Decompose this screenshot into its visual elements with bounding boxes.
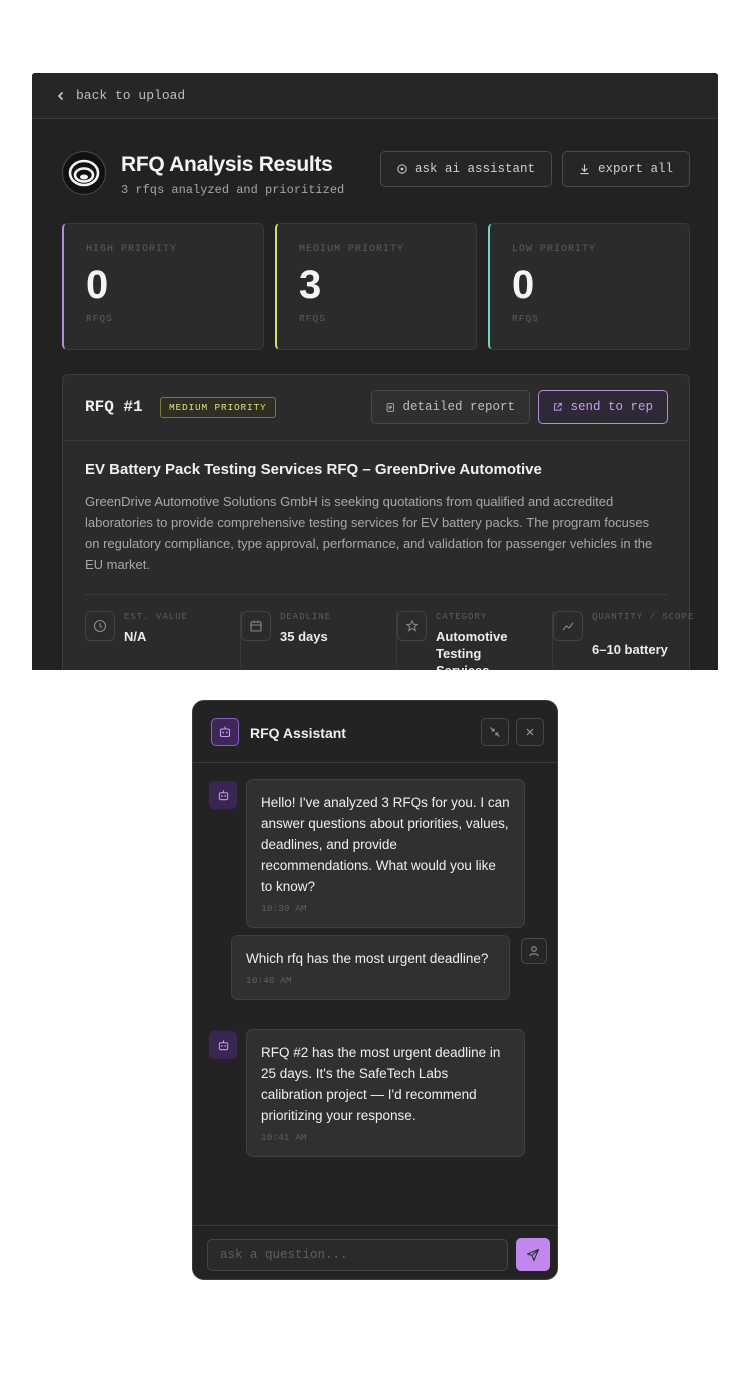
divider: [85, 594, 667, 595]
priority-badge: MEDIUM PRIORITY: [160, 397, 276, 418]
meta-value: 35 days: [280, 629, 328, 644]
logo-icon: [68, 159, 100, 187]
meta-quantity-scope: QUANTITY / SCOPE 6–10 battery: [553, 611, 709, 670]
rfq-assistant-panel: RFQ Assistant Hello! I've analyzed 3 RFQ…: [192, 700, 558, 1280]
stat-value: 3: [299, 263, 322, 307]
back-label: back to upload: [76, 88, 186, 103]
stat-unit: RFQS: [512, 313, 539, 324]
calendar-icon: [241, 611, 271, 641]
chat-input[interactable]: ask a question...: [207, 1239, 508, 1271]
detailed-report-label: detailed report: [402, 400, 515, 414]
star-icon: [397, 611, 427, 641]
meta-value: 6–10 battery: [592, 642, 668, 657]
stat-value: 0: [512, 263, 535, 307]
send-icon: [526, 1248, 540, 1261]
stat-card-low-priority: LOW PRIORITY 0 RFQS: [488, 223, 690, 350]
bot-icon: [218, 1039, 228, 1050]
ask-ai-label: ask ai assistant: [414, 162, 535, 176]
stat-label: HIGH PRIORITY: [86, 244, 178, 255]
bot-icon: [219, 726, 231, 738]
clock-icon: [85, 611, 115, 641]
send-message-button[interactable]: [516, 1238, 550, 1271]
export-all-button[interactable]: export all: [562, 151, 690, 187]
chat-footer: ask a question...: [193, 1225, 557, 1279]
close-button[interactable]: [516, 718, 544, 746]
user-message: Which rfq has the most urgent deadline? …: [231, 935, 510, 1000]
bot-avatar: [209, 1031, 237, 1059]
rfq-card: RFQ #1 MEDIUM PRIORITY detailed report s…: [62, 374, 693, 670]
stat-label: LOW PRIORITY: [512, 244, 597, 255]
user-avatar: [521, 938, 547, 964]
send-to-rep-button[interactable]: send to rep: [538, 390, 668, 424]
stat-unit: RFQS: [86, 313, 113, 324]
meta-value: Automotive Testing Services: [436, 629, 508, 670]
bot-avatar: [211, 718, 239, 746]
rfq-description: GreenDrive Automotive Solutions GmbH is …: [85, 494, 653, 572]
stat-value: 0: [86, 263, 109, 307]
export-label: export all: [597, 162, 673, 176]
plus-circle-icon: [397, 164, 407, 174]
page-subtitle: 3 rfqs analyzed and prioritized: [121, 183, 345, 197]
meta-label: DEADLINE: [280, 612, 332, 622]
stat-card-high-priority: HIGH PRIORITY 0 RFQS: [62, 223, 264, 350]
page-header: RFQ Analysis Results 3 rfqs analyzed and…: [62, 151, 690, 201]
chat-title: RFQ Assistant: [250, 725, 346, 741]
message-time: 10:40 AM: [246, 975, 292, 986]
detailed-report-button[interactable]: detailed report: [371, 390, 530, 424]
meta-label: EST. VALUE: [124, 612, 189, 622]
message-time: 10:41 AM: [261, 1132, 307, 1143]
message-text: Hello! I've analyzed 3 RFQs for you. I c…: [261, 795, 510, 894]
document-icon: [386, 402, 394, 412]
meta-category: CATEGORY Automotive Testing Services: [397, 611, 553, 670]
stat-unit: RFQS: [299, 313, 326, 324]
app-logo: [62, 151, 106, 195]
meta-est-value: EST. VALUE N/A: [85, 611, 241, 670]
message-text: Which rfq has the most urgent deadline?: [246, 951, 489, 966]
page-title: RFQ Analysis Results: [121, 153, 333, 176]
meta-label: QUANTITY / SCOPE: [592, 612, 695, 622]
rfq-title: EV Battery Pack Testing Services RFQ – G…: [85, 461, 542, 478]
minimize-icon: [490, 727, 500, 737]
minimize-button[interactable]: [481, 718, 509, 746]
bot-avatar: [209, 781, 237, 809]
rfq-results-window: back to upload RFQ Analysis Results 3 rf…: [32, 73, 718, 670]
back-to-upload-link[interactable]: back to upload: [32, 73, 718, 119]
chat-header: RFQ Assistant: [193, 701, 557, 763]
meta-label: CATEGORY: [436, 612, 488, 622]
ask-ai-assistant-button[interactable]: ask ai assistant: [380, 151, 552, 187]
message-time: 10:39 AM: [261, 903, 307, 914]
external-link-icon: [554, 402, 562, 411]
trend-icon: [553, 611, 583, 641]
assistant-message: Hello! I've analyzed 3 RFQs for you. I c…: [246, 779, 525, 928]
chevron-left-icon: [57, 91, 64, 100]
assistant-message: RFQ #2 has the most urgent deadline in 2…: [246, 1029, 525, 1157]
message-text: RFQ #2 has the most urgent deadline in 2…: [261, 1045, 501, 1123]
close-icon: [526, 728, 534, 736]
user-icon: [529, 946, 539, 957]
stat-label: MEDIUM PRIORITY: [299, 244, 405, 255]
send-to-rep-label: send to rep: [570, 400, 653, 414]
rfq-card-header: RFQ #1 MEDIUM PRIORITY detailed report s…: [63, 375, 689, 441]
download-icon: [580, 164, 589, 175]
rfq-id: RFQ #1: [85, 398, 143, 416]
meta-value: N/A: [124, 629, 147, 644]
meta-deadline: DEADLINE 35 days: [241, 611, 397, 670]
stat-card-medium-priority: MEDIUM PRIORITY 3 RFQS: [275, 223, 477, 350]
bot-icon: [218, 789, 228, 800]
